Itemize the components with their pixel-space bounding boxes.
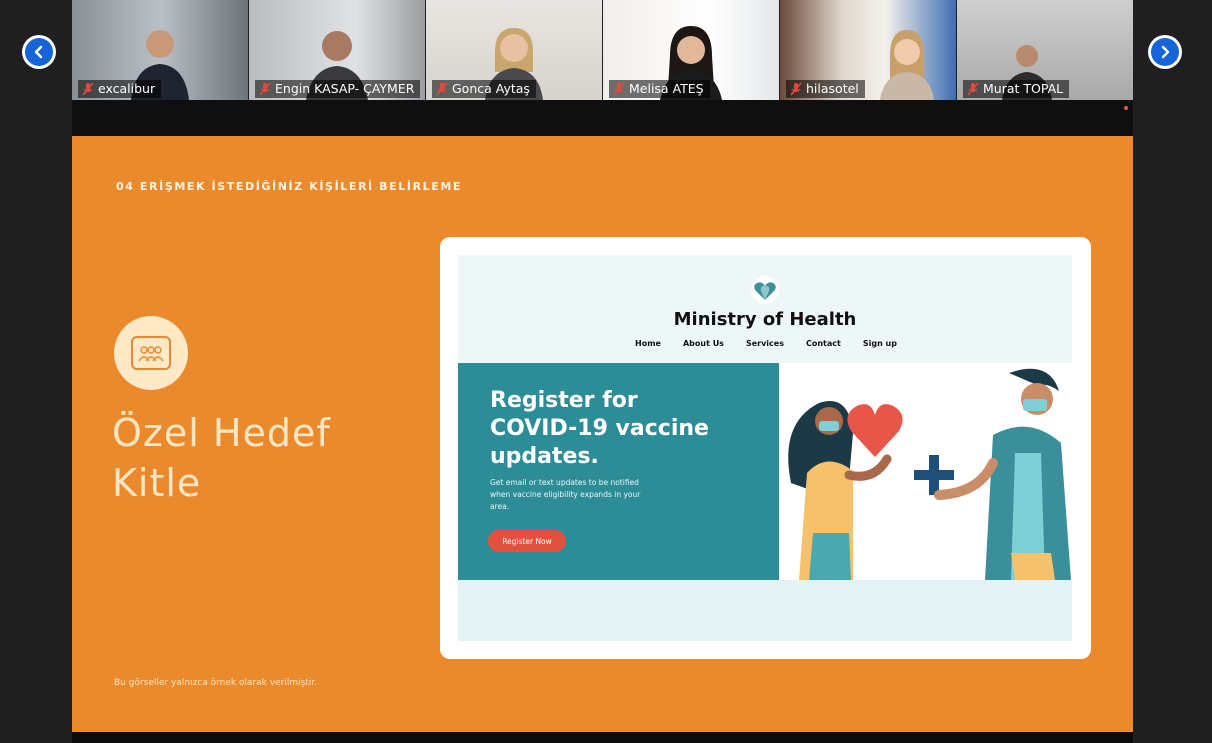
mic-muted-icon (436, 82, 448, 96)
participant-tile[interactable]: excalibur (72, 0, 248, 100)
participant-tile[interactable]: Engin KASAP- ÇAYMER (249, 0, 425, 100)
website-mockup: Ministry of Health Home About Us Service… (458, 255, 1072, 641)
slide-bottom-band (72, 732, 1133, 743)
mic-muted-icon (790, 82, 802, 96)
mic-muted-icon (967, 82, 979, 96)
participant-name: Gonca Aytaş (432, 80, 536, 98)
participant-tile[interactable]: Melisa ATEŞ (603, 0, 779, 100)
website-mockup-card: Ministry of Health Home About Us Service… (440, 237, 1091, 659)
prev-page-button[interactable] (22, 35, 56, 69)
vaccine-illustration (779, 363, 1072, 580)
site-nav-signup: Sign up (862, 339, 897, 348)
slide-badge (114, 316, 188, 390)
site-title: Ministry of Health (673, 309, 857, 330)
site-hero: Register for COVID-19 vaccine updates. G… (458, 363, 779, 580)
participant-name: hilasotel (786, 80, 865, 98)
mic-muted-icon (259, 82, 271, 96)
next-page-button[interactable] (1148, 35, 1182, 69)
slide-heading: 04 ERİŞMEK İSTEDİĞİNİZ KİŞİLERİ BELİRLEM… (116, 180, 463, 193)
site-header: Ministry of Health Home About Us Service… (458, 255, 1072, 363)
recording-dot (1124, 106, 1128, 110)
participant-strip: excalibur Engin KASAP- ÇAYMER Gonca Ayta… (72, 0, 1133, 100)
site-nav: Home About Us Services Contact Sign up (458, 339, 1072, 348)
hero-text: Get email or text updates to be notified… (490, 478, 641, 511)
site-footer-area (458, 580, 1072, 641)
chevron-left-icon (25, 38, 53, 66)
mic-muted-icon (613, 82, 625, 96)
chevron-right-icon (1151, 38, 1179, 66)
register-now-button: Register Now (488, 530, 566, 552)
site-nav-contact: Contact (805, 339, 841, 348)
participant-tile[interactable]: Murat TOPAL (957, 0, 1133, 100)
mic-muted-icon (82, 82, 94, 96)
participant-tile[interactable]: hilasotel (780, 0, 956, 100)
site-nav-services: Services (745, 339, 784, 348)
site-nav-home: Home (635, 339, 661, 348)
site-nav-about: About Us (682, 339, 724, 348)
slide-footer-note: Bu görseller yalnızca örnek olarak veril… (114, 678, 318, 688)
slide-title: Özel Hedef Kitle (112, 411, 331, 505)
people-group-icon (131, 336, 171, 370)
shared-slide: 04 ERİŞMEK İSTEDİĞİNİZ KİŞİLERİ BELİRLEM… (72, 136, 1133, 732)
participant-name: Melisa ATEŞ (609, 80, 710, 98)
participant-tile[interactable]: Gonca Aytaş (426, 0, 602, 100)
meeting-window: excalibur Engin KASAP- ÇAYMER Gonca Ayta… (0, 0, 1212, 743)
participant-name: Engin KASAP- ÇAYMER (255, 80, 421, 98)
participant-name: Murat TOPAL (963, 80, 1070, 98)
slide-top-band (72, 100, 1133, 136)
heart-logo-icon (751, 276, 779, 304)
participant-name: excalibur (78, 80, 162, 98)
hero-title: Register for COVID-19 vaccine updates. (490, 388, 709, 469)
